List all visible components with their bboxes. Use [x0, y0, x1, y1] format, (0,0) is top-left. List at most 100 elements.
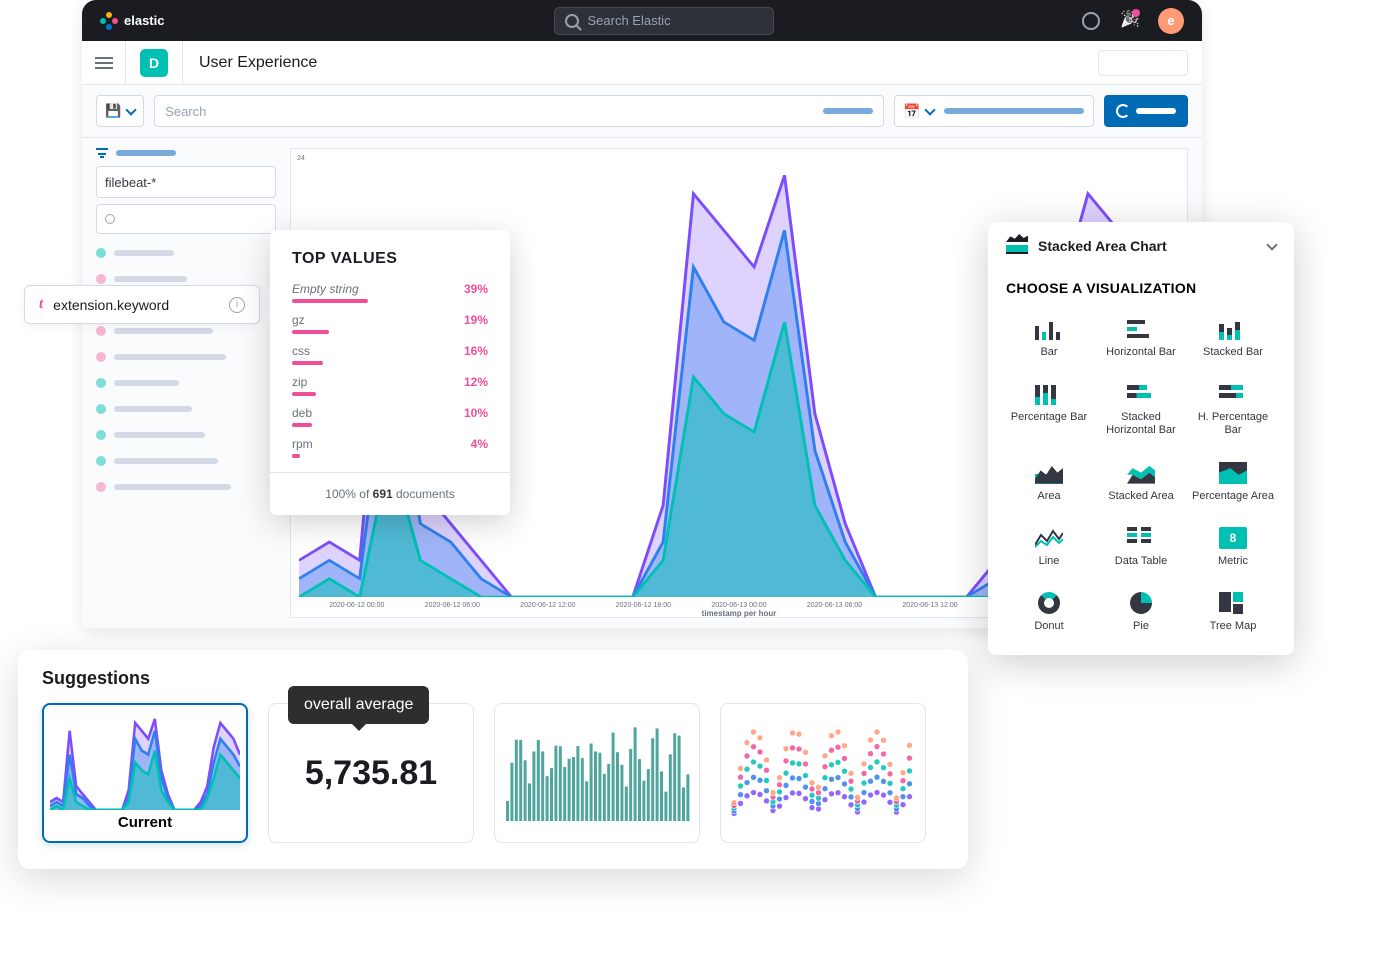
disk-icon: 💾	[105, 103, 121, 119]
vi-sarea-icon	[1127, 462, 1155, 484]
suggestions-panel: Suggestions Current 5,735.81	[18, 650, 968, 869]
index-pattern-select[interactable]: filebeat-*	[96, 166, 276, 198]
elastic-logo[interactable]: elastic	[100, 12, 164, 30]
stacked-area-icon	[1006, 238, 1028, 254]
field-type-icon	[96, 430, 106, 440]
refresh-button[interactable]	[1104, 95, 1188, 127]
viz-option-percentage-bar[interactable]: Percentage Bar	[1006, 377, 1092, 443]
search-icon	[105, 214, 115, 224]
viz-option-data-table[interactable]: Data Table	[1098, 521, 1184, 574]
chevron-down-icon	[126, 104, 137, 115]
top-values-footer: 100% of 691 documents	[270, 472, 510, 515]
kql-search[interactable]: Search	[154, 95, 884, 127]
vi-hbar-icon	[1127, 318, 1155, 340]
refresh-icon	[1116, 104, 1130, 118]
viz-option-stacked-horizontal-bar[interactable]: Stacked Horizontal Bar	[1098, 377, 1184, 443]
field-item[interactable]	[96, 426, 276, 444]
vi-donut-icon	[1038, 592, 1060, 614]
viz-option-tree-map[interactable]: Tree Map	[1190, 586, 1276, 639]
page-title: User Experience	[182, 41, 317, 85]
viz-option-horizontal-bar[interactable]: Horizontal Bar	[1098, 312, 1184, 365]
help-icon[interactable]	[1082, 12, 1100, 30]
top-values-title: TOP VALUES	[292, 250, 488, 268]
info-icon[interactable]: i	[229, 297, 245, 313]
top-value-row[interactable]: gz19%	[292, 313, 488, 334]
field-item[interactable]	[96, 478, 276, 496]
vi-sbar-icon	[1219, 318, 1247, 340]
vi-metric-icon: 8	[1219, 527, 1247, 549]
calendar-icon: 📅	[903, 103, 920, 120]
vi-pie-icon	[1130, 592, 1152, 614]
field-item[interactable]	[96, 322, 276, 340]
field-item[interactable]	[96, 374, 276, 392]
chevron-down-icon	[1266, 239, 1277, 250]
news-icon[interactable]	[1120, 11, 1138, 31]
suggestion-scatter[interactable]	[720, 703, 926, 843]
top-value-row[interactable]: css16%	[292, 344, 488, 365]
user-avatar[interactable]: e	[1158, 8, 1184, 34]
filter-icon[interactable]	[96, 148, 108, 158]
field-item[interactable]	[96, 452, 276, 470]
suggestions-title: Suggestions	[42, 668, 944, 689]
vi-table-icon	[1127, 527, 1155, 549]
tooltip-overall-average: overall average	[288, 686, 429, 724]
global-header: elastic Search Elastic e	[82, 0, 1202, 41]
viz-option-percentage-area[interactable]: Percentage Area	[1190, 456, 1276, 509]
viz-type-selector[interactable]: Stacked Area Chart	[1006, 238, 1276, 268]
date-picker[interactable]: 📅	[894, 95, 1094, 127]
elastic-logo-icon	[100, 12, 118, 30]
viz-option-metric[interactable]: 8Metric	[1190, 521, 1276, 574]
vi-tree-icon	[1219, 592, 1247, 614]
field-type-icon	[96, 326, 106, 336]
viz-option-area[interactable]: Area	[1006, 456, 1092, 509]
top-value-row[interactable]: rpm4%	[292, 437, 488, 458]
viz-option-stacked-area[interactable]: Stacked Area	[1098, 456, 1184, 509]
header-action[interactable]	[1098, 50, 1188, 76]
vi-shbar-icon	[1127, 383, 1155, 405]
nav-toggle[interactable]	[82, 41, 126, 85]
top-value-row[interactable]: deb10%	[292, 406, 488, 427]
field-popover[interactable]: t extension.keyword i	[24, 285, 260, 324]
chevron-down-icon	[925, 104, 936, 115]
visualization-panel: Stacked Area Chart CHOOSE A VISUALIZATIO…	[988, 222, 1294, 655]
field-item[interactable]	[96, 348, 276, 366]
field-list	[96, 244, 276, 496]
field-type-icon	[96, 248, 106, 258]
viz-option-h-percentage-bar[interactable]: H. Percentage Bar	[1190, 377, 1276, 443]
field-type-icon	[96, 352, 106, 362]
field-type-icon	[96, 482, 106, 492]
field-type-icon	[96, 378, 106, 388]
top-value-row[interactable]: zip12%	[292, 375, 488, 396]
top-value-row[interactable]: Empty string39%	[292, 282, 488, 303]
vi-line-icon	[1035, 527, 1063, 549]
field-type-icon	[96, 274, 106, 284]
viz-option-bar[interactable]: Bar	[1006, 312, 1092, 365]
query-bar: 💾 Search 📅	[82, 85, 1202, 138]
viz-grid: BarHorizontal BarStacked Bar Percentage B…	[1006, 312, 1276, 639]
suggestion-current[interactable]: Current	[42, 703, 248, 843]
suggestion-bar[interactable]	[494, 703, 700, 843]
field-type-icon	[96, 456, 106, 466]
viz-heading: CHOOSE A VISUALIZATION	[1006, 280, 1276, 296]
field-item[interactable]	[96, 400, 276, 418]
field-type-icon	[96, 404, 106, 414]
field-search[interactable]	[96, 204, 276, 234]
vi-bar-icon	[1035, 318, 1063, 340]
saved-query-button[interactable]: 💾	[96, 95, 144, 127]
app-header: D User Experience	[82, 41, 1202, 85]
field-name: extension.keyword	[53, 297, 219, 313]
viz-option-donut[interactable]: Donut	[1006, 586, 1092, 639]
viz-option-pie[interactable]: Pie	[1098, 586, 1184, 639]
string-field-icon: t	[39, 296, 43, 313]
global-search[interactable]: Search Elastic	[554, 7, 774, 35]
search-placeholder: Search Elastic	[587, 13, 670, 28]
brand-text: elastic	[124, 13, 164, 28]
vi-pbar-icon	[1035, 383, 1063, 405]
viz-option-stacked-bar[interactable]: Stacked Bar	[1190, 312, 1276, 365]
search-icon	[565, 14, 579, 28]
field-item[interactable]	[96, 244, 276, 262]
suggestion-metric[interactable]: 5,735.81	[268, 703, 474, 843]
viz-option-line[interactable]: Line	[1006, 521, 1092, 574]
notification-dot	[1132, 9, 1140, 17]
app-badge[interactable]: D	[140, 49, 168, 77]
